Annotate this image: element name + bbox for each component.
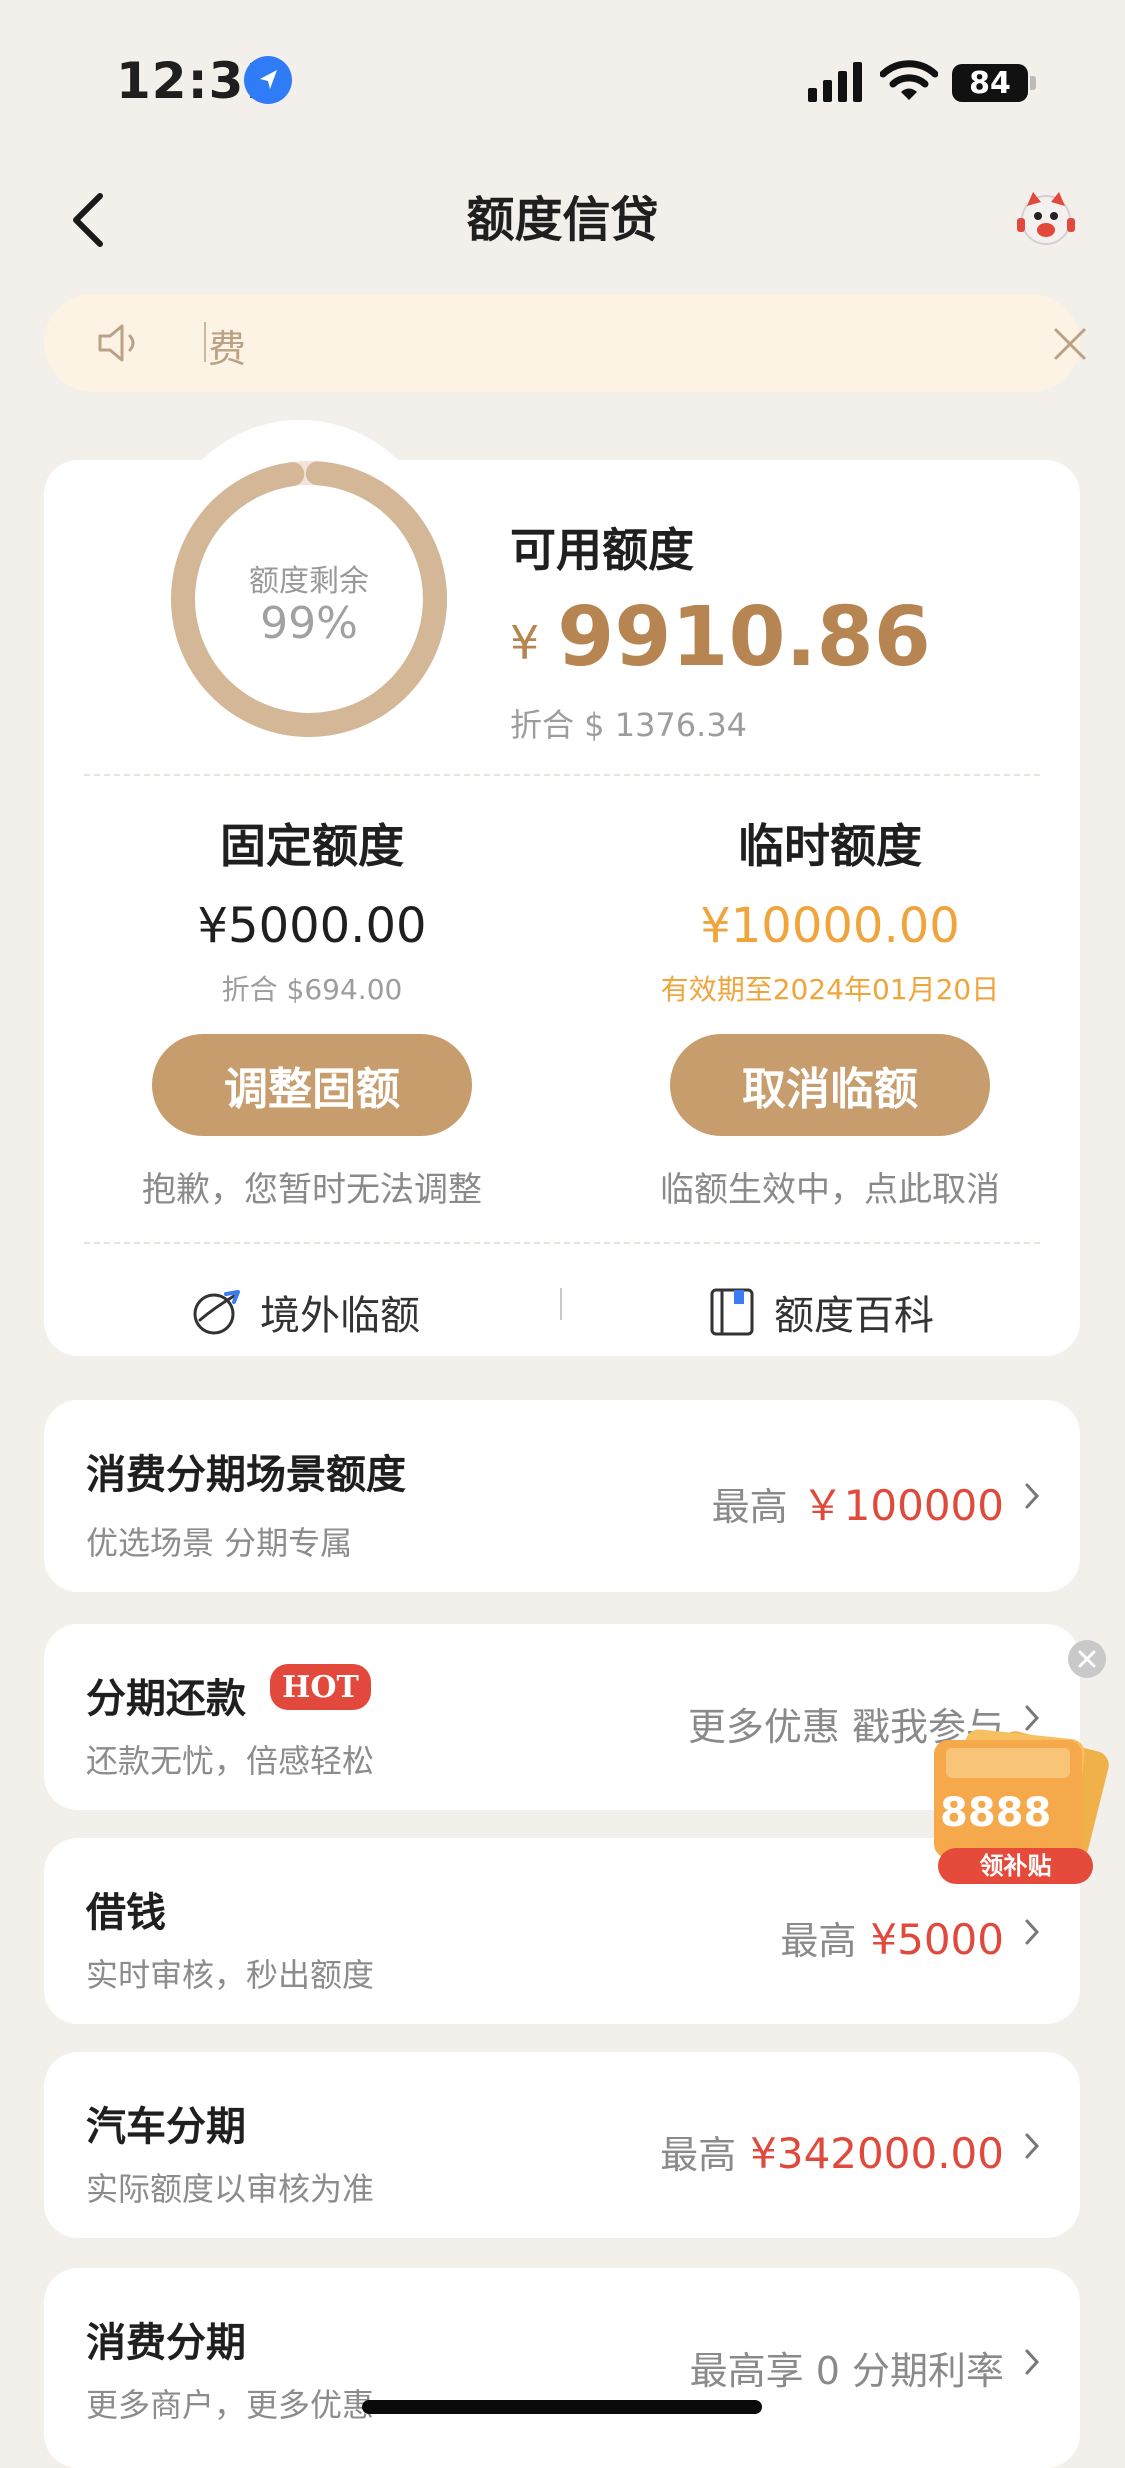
speaker-icon (98, 324, 135, 362)
notice-text: 费 (208, 327, 247, 371)
card-title: 消费分期场景额度 (86, 1452, 406, 1498)
overseas-limit-link[interactable]: 境外临额 (190, 1282, 420, 1342)
card-value: ¥5000 (870, 1915, 1004, 1964)
divider (84, 774, 1040, 776)
ring-percent: 99% (260, 598, 358, 649)
footer-separator (560, 1288, 562, 1320)
list-item-installment-repay[interactable]: 分期还款 HOT 还款无忧，倍感轻松 更多优惠 戳我参与 (44, 1624, 1080, 1810)
card-subtitle: 实际额度以审核为准 (86, 2170, 375, 2208)
card-subtitle: 还款无忧，倍感轻松 (86, 1742, 375, 1780)
chevron-right-icon (1025, 2133, 1040, 2159)
battery-tip (1030, 76, 1036, 90)
notice-bar[interactable]: 费 (44, 294, 1086, 392)
subsidy-float-badge[interactable]: 8888 领补贴 (930, 1700, 1115, 1890)
card-title: 借钱 (86, 1890, 166, 1936)
battery-icon: 84 (952, 64, 1028, 102)
book-icon (710, 1288, 754, 1336)
list-item-car-installment[interactable]: 汽车分期 实际额度以审核为准 最高 ¥342000.00 (44, 2052, 1080, 2238)
temporary-validity: 有效期至2024年01月20日 (660, 973, 1000, 1006)
available-value: 9910.86 (557, 590, 931, 685)
subsidy-amount: 8888 (940, 1790, 1052, 1836)
limit-wiki-label: 额度百科 (774, 1293, 934, 1339)
card-title: 汽车分期 (86, 2104, 246, 2150)
subsidy-label: 领补贴 (938, 1848, 1093, 1884)
limit-wiki-link[interactable]: 额度百科 (708, 1282, 934, 1342)
overseas-limit-label: 境外临额 (260, 1293, 420, 1339)
temporary-amount: ¥10000.00 (700, 898, 960, 954)
location-arrow-icon (244, 56, 292, 104)
temporary-note[interactable]: 临额生效中，点此取消 (590, 1162, 1070, 1211)
mascot-avatar-icon[interactable] (1015, 186, 1077, 248)
card-prefix: 最高 (780, 1919, 857, 1963)
temporary-limit-section: 临时额度 ¥10000.00 有效期至2024年01月20日 取消临额 临额生效… (590, 810, 1070, 1211)
fixed-limit-section: 固定额度 ¥5000.00 折合 $694.00 调整固额 抱歉，您暂时无法调整 (72, 810, 552, 1211)
card-subtitle: 实时审核，秒出额度 (86, 1956, 375, 1994)
available-amount: ¥9910.86 (510, 590, 931, 685)
cellular-signal-icon (808, 62, 862, 102)
card-prefix: 最高 (660, 2133, 737, 2177)
adjust-fixed-button[interactable]: 调整固额 (152, 1034, 472, 1136)
card-right-text: 最高 ¥342000.00 (660, 2124, 1004, 2179)
credit-summary-card: 额度剩余 99% 可用额度 ¥9910.86 折合 $ 1376.34 固定额度… (44, 460, 1080, 1356)
card-title: 分期还款 (86, 1676, 246, 1722)
currency-symbol: ¥ (510, 616, 540, 670)
chevron-right-icon (1025, 2349, 1040, 2375)
chevron-right-icon (1025, 1483, 1040, 1509)
available-title: 可用额度 (510, 523, 694, 577)
plane-globe-icon (193, 1290, 240, 1335)
close-icon (1078, 1650, 1096, 1668)
fixed-title: 固定额度 (220, 819, 404, 873)
fixed-amount: ¥5000.00 (197, 898, 427, 954)
card-value: ¥342000.00 (750, 2129, 1004, 2178)
available-converted: 折合 $ 1376.34 (510, 706, 748, 744)
status-bar: 12:31 84 (0, 0, 1125, 140)
card-subtitle: 优选场景 分期专属 (86, 1524, 353, 1562)
divider (84, 1242, 1040, 1244)
cancel-temporary-button[interactable]: 取消临额 (670, 1034, 990, 1136)
fixed-converted: 折合 $694.00 (221, 973, 403, 1006)
wifi-icon (880, 60, 938, 100)
card-subtitle: 更多商户，更多优惠 (86, 2386, 375, 2424)
temporary-title: 临时额度 (738, 819, 922, 873)
card-prefix: 最高 (711, 1485, 788, 1529)
card-right-text: 最高 ¥5000 (780, 1910, 1004, 1965)
card-value: ￥100000 (801, 1481, 1004, 1530)
ring-caption: 额度剩余 (249, 564, 369, 599)
list-item-consumer-installment[interactable]: 消费分期 更多商户，更多优惠 最高享 0 分期利率 (44, 2268, 1080, 2468)
nav-bar: 额度信贷 (0, 160, 1125, 270)
marquee-cursor (204, 322, 206, 362)
list-item-borrow[interactable]: 借钱 实时审核，秒出额度 最高 ¥5000 (44, 1838, 1080, 2024)
page-title: 额度信贷 (466, 192, 659, 248)
close-icon[interactable] (1050, 324, 1090, 364)
card-title: 消费分期 (86, 2320, 246, 2366)
home-indicator (362, 2400, 762, 2414)
list-item-scene-installment[interactable]: 消费分期场景额度 优选场景 分期专属 最高 ￥100000 (44, 1400, 1080, 1592)
chevron-right-icon (1025, 1919, 1040, 1945)
hot-badge: HOT (270, 1664, 371, 1710)
float-close-button[interactable] (1068, 1640, 1106, 1678)
card-right-text: 最高 ￥100000 (712, 1472, 1004, 1533)
card-right-text: 最高享 0 分期利率 (690, 2340, 1004, 2395)
card-prefix: 最高享 0 分期利率 (689, 2349, 1004, 2393)
fixed-note: 抱歉，您暂时无法调整 (142, 1170, 482, 1210)
